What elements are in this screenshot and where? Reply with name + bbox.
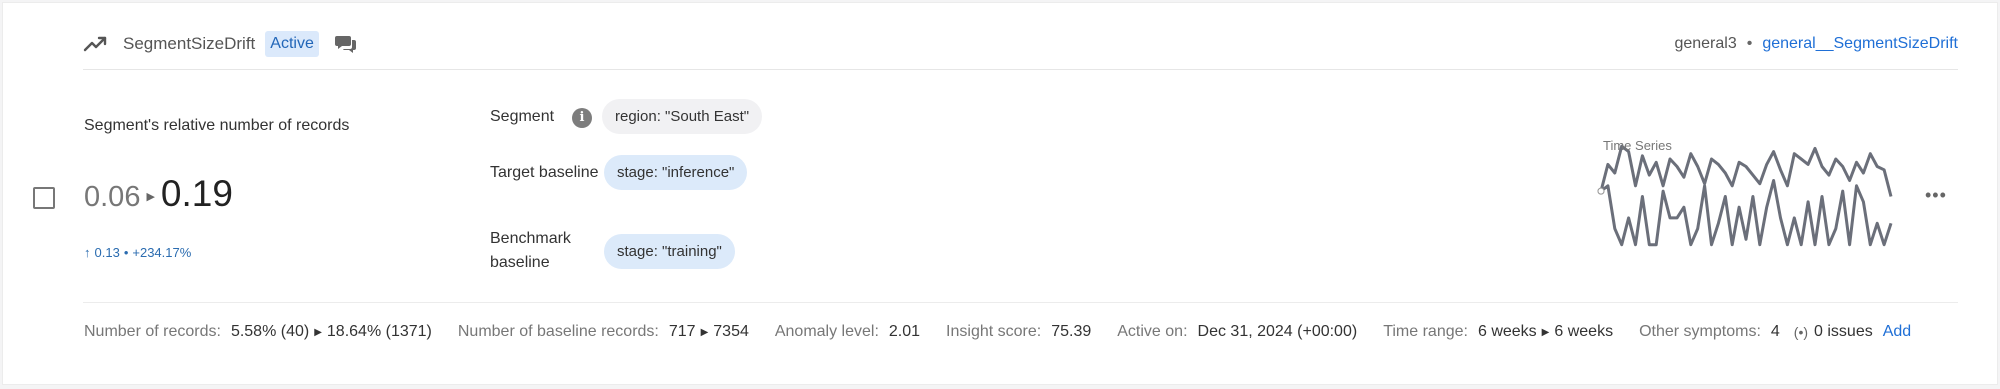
add-issue-link[interactable]: Add bbox=[1883, 323, 1911, 341]
target-baseline-chip[interactable]: stage: "inference" bbox=[604, 155, 748, 190]
target-baseline-label: Target baseline bbox=[490, 163, 599, 181]
delta-absolute: 0.13 bbox=[94, 245, 120, 260]
active-on-label: Active on: bbox=[1117, 323, 1188, 340]
info-icon[interactable]: i bbox=[572, 108, 592, 128]
more-options-icon[interactable]: ••• bbox=[1925, 185, 1947, 206]
insight-score-value: 75.39 bbox=[1051, 323, 1092, 340]
active-on-stat: Active on: Dec 31, 2024 (+00:00) bbox=[1117, 323, 1357, 341]
time-series-title: Time Series bbox=[1603, 138, 1672, 153]
records-label: Number of records: bbox=[84, 323, 221, 340]
status-badge: Active bbox=[265, 31, 319, 57]
issues-stat: (•) 0 issues bbox=[1794, 323, 1873, 341]
header-divider bbox=[83, 69, 1958, 70]
arrow-up-icon: ↑ bbox=[84, 245, 91, 260]
metric-delta: ↑ 0.13 • +234.17% bbox=[84, 245, 191, 260]
delta-separator: • bbox=[123, 245, 129, 260]
card-header: SegmentSizeDrift Active general3 • gener… bbox=[83, 25, 1958, 69]
insight-footer: Number of records: 5.58% (40) ▶ 18.64% (… bbox=[84, 323, 1959, 341]
source-name: general3 bbox=[1674, 35, 1737, 52]
segment-row: Segment i region: "South East" bbox=[490, 99, 763, 134]
sparkline-lower-line-start-point bbox=[1597, 187, 1605, 195]
arrow-right-icon: ▶ bbox=[146, 191, 155, 203]
baseline-records-from: 717 bbox=[668, 323, 696, 340]
arrow-right-icon: ▶ bbox=[700, 326, 709, 338]
insight-score-label: Insight score: bbox=[946, 323, 1042, 340]
anomaly-label: Anomaly level: bbox=[774, 323, 879, 340]
select-checkbox[interactable] bbox=[33, 187, 55, 209]
target-baseline-row: Target baseline stage: "inference" bbox=[490, 155, 748, 190]
time-range-stat: Time range: 6 weeks ▶ 6 weeks bbox=[1383, 323, 1613, 341]
metric-values: 0.06 ▶ 0.19 bbox=[84, 173, 233, 215]
insight-card: SegmentSizeDrift Active general3 • gener… bbox=[2, 2, 1998, 385]
sparkline-upper-line bbox=[1599, 144, 1893, 197]
broadcast-icon: (•) bbox=[1793, 324, 1809, 340]
arrow-right-icon: ▶ bbox=[1541, 326, 1550, 338]
records-from: 5.58% (40) bbox=[230, 323, 310, 340]
active-on-value: Dec 31, 2024 (+00:00) bbox=[1197, 323, 1358, 340]
anomaly-value: 2.01 bbox=[888, 323, 921, 340]
monitor-title: SegmentSizeDrift bbox=[123, 34, 256, 53]
baseline-records-to: 7354 bbox=[713, 323, 749, 340]
other-symptoms-stat: Other symptoms: 4 bbox=[1639, 323, 1780, 341]
metric-to-value: 0.19 bbox=[160, 173, 233, 214]
trending-up-icon bbox=[83, 34, 109, 54]
records-to: 18.64% (1371) bbox=[326, 323, 432, 340]
anomaly-stat: Anomaly level: 2.01 bbox=[775, 323, 920, 341]
time-range-to: 6 weeks bbox=[1554, 323, 1614, 340]
benchmark-baseline-row: Benchmark baseline stage: "training" bbox=[490, 227, 735, 275]
time-range-label: Time range: bbox=[1383, 323, 1468, 340]
other-symptoms-value[interactable]: 4 bbox=[1771, 323, 1780, 341]
benchmark-baseline-label: Benchmark baseline bbox=[490, 230, 571, 271]
baseline-records-stat: Number of baseline records: 717 ▶ 7354 bbox=[458, 323, 749, 341]
header-right: general3 • general__SegmentSizeDrift bbox=[1674, 35, 1958, 53]
separator-dot: • bbox=[1746, 35, 1753, 52]
sparkline-svg bbox=[1597, 144, 1893, 247]
time-series-sparkline[interactable]: Time Series bbox=[1593, 135, 1893, 260]
sparkline-lower-line bbox=[1600, 179, 1893, 247]
metric-label: Segment's relative number of records bbox=[84, 117, 350, 134]
segment-chip[interactable]: region: "South East" bbox=[602, 99, 763, 134]
records-stat: Number of records: 5.58% (40) ▶ 18.64% (… bbox=[84, 323, 432, 341]
delta-percent: +234.17% bbox=[132, 245, 192, 260]
time-range-from: 6 weeks bbox=[1477, 323, 1537, 340]
arrow-right-icon: ▶ bbox=[314, 326, 322, 338]
header-left: SegmentSizeDrift Active bbox=[83, 31, 357, 57]
footer-divider bbox=[83, 302, 1958, 303]
other-symptoms-label: Other symptoms: bbox=[1639, 323, 1761, 340]
metric-from-value: 0.06 bbox=[84, 181, 141, 213]
monitor-link[interactable]: general__SegmentSizeDrift bbox=[1762, 35, 1958, 53]
insight-score-stat: Insight score: 75.39 bbox=[946, 323, 1091, 341]
benchmark-baseline-chip[interactable]: stage: "training" bbox=[604, 233, 735, 269]
issues-value: 0 issues bbox=[1814, 323, 1873, 340]
comment-icon[interactable] bbox=[334, 34, 357, 54]
baseline-records-label: Number of baseline records: bbox=[457, 323, 659, 340]
